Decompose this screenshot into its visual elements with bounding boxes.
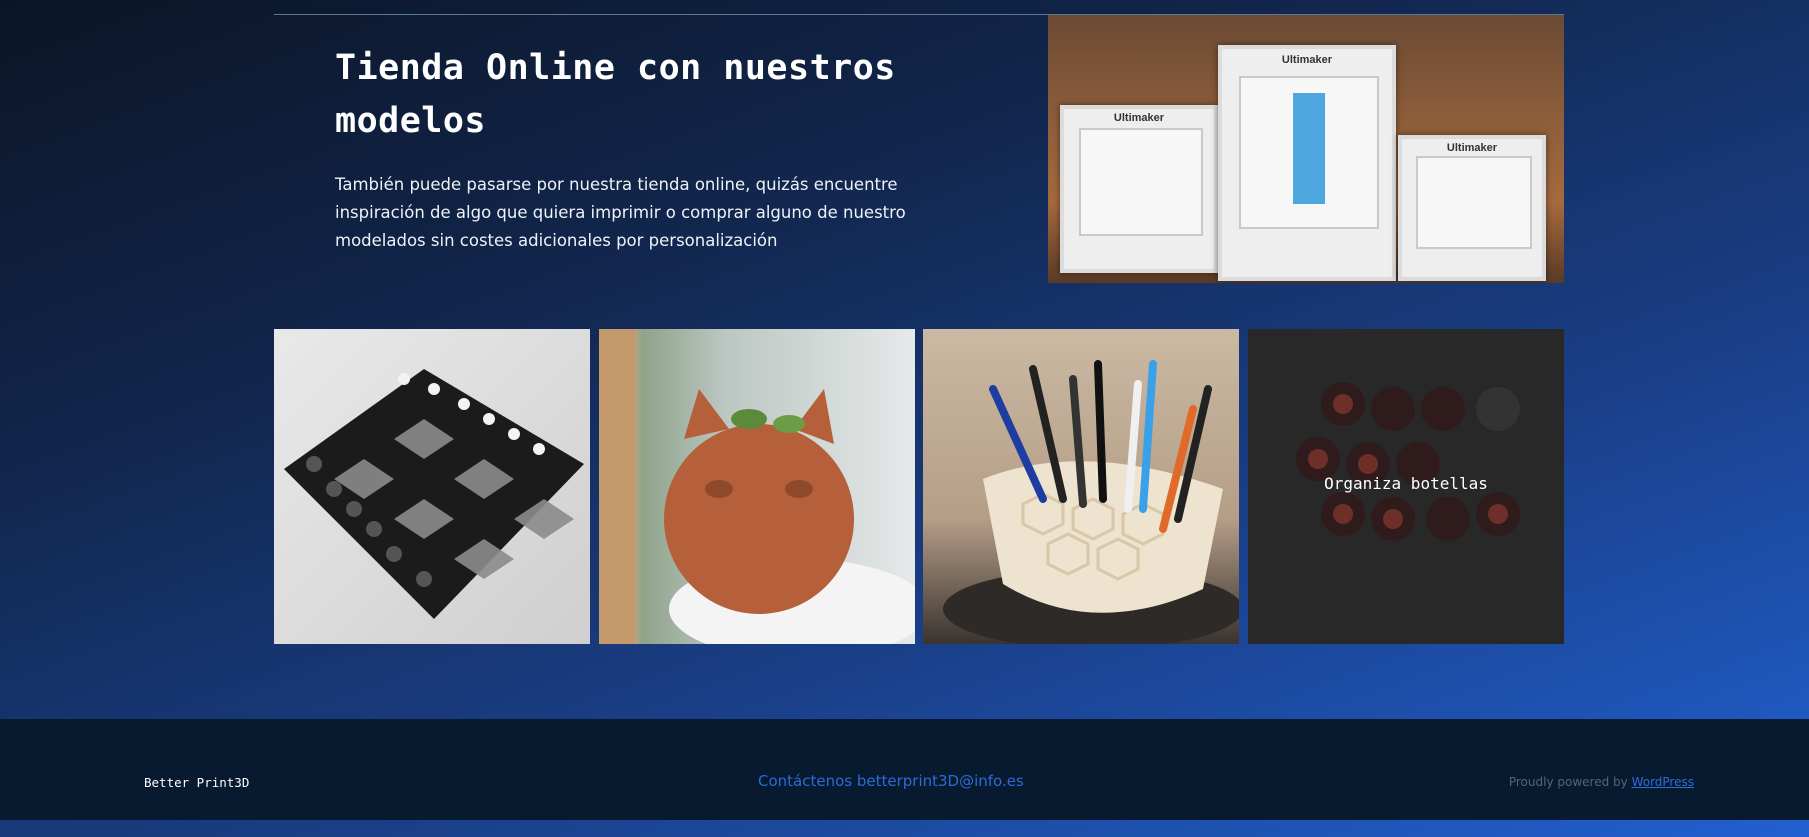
gallery-tile-chess[interactable] bbox=[274, 329, 590, 644]
planter-image bbox=[599, 329, 915, 644]
printer-left: Ultimaker bbox=[1060, 105, 1218, 273]
printers-photo: Ultimaker Ultimaker Ultimaker bbox=[1048, 15, 1564, 283]
footer-site-title[interactable]: Better Print3D bbox=[144, 775, 249, 790]
site-footer: Better Print3D Contáctenos betterprint3D… bbox=[0, 719, 1809, 820]
product-gallery: Organiza botellas bbox=[274, 329, 1564, 645]
footer-credit-text: Proudly powered by bbox=[1508, 775, 1628, 789]
footer-contact-link[interactable]: Contáctenos betterprint3D@info.es bbox=[758, 772, 1024, 790]
section-title: Tienda Online con nuestros modelos bbox=[335, 48, 896, 141]
gallery-tile-caption: Organiza botellas bbox=[1324, 474, 1488, 493]
pen-holder-image bbox=[943, 360, 1239, 644]
gallery-tile-planter[interactable] bbox=[599, 329, 915, 644]
gallery-tile-bottle-organizer[interactable]: Organiza botellas bbox=[1248, 329, 1564, 644]
gallery-tile-pen-holder[interactable] bbox=[923, 329, 1239, 644]
chess-board-image bbox=[284, 369, 584, 619]
printer-right: Ultimaker bbox=[1398, 135, 1546, 281]
section-description: También puede pasarse por nuestra tienda… bbox=[335, 175, 906, 250]
wordpress-link[interactable]: WordPress bbox=[1632, 775, 1694, 789]
printer-center: Ultimaker bbox=[1218, 45, 1396, 281]
footer-credit: Proudly powered by WordPress bbox=[1509, 775, 1694, 789]
